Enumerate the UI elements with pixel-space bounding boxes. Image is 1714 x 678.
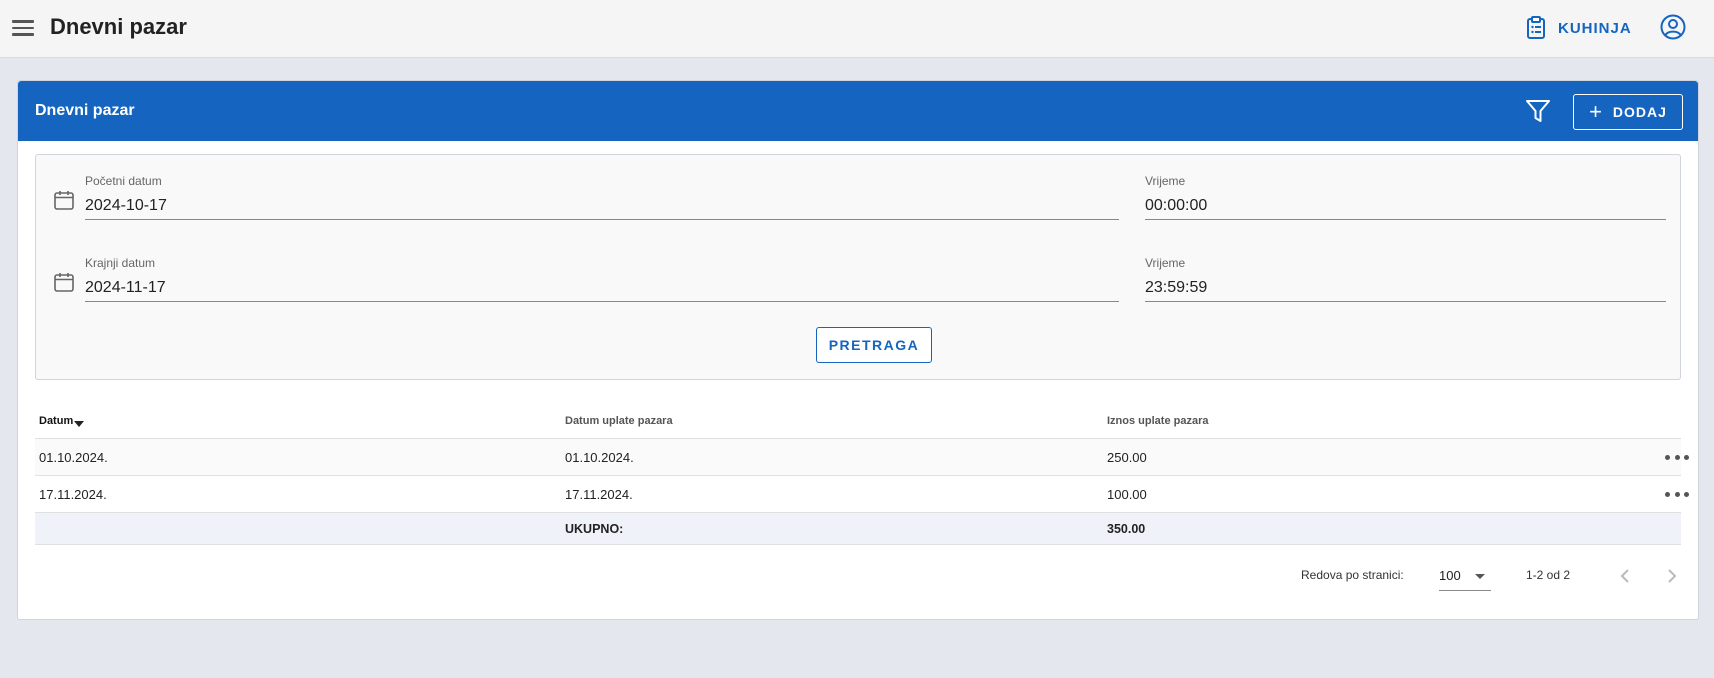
rows-per-page-value: 100 [1439, 568, 1461, 583]
calendar-icon[interactable] [53, 271, 75, 293]
cell-payment-date: 17.11.2024. [565, 487, 633, 502]
card-title: Dnevni pazar [35, 102, 135, 119]
chevron-left-icon[interactable] [1613, 564, 1637, 588]
column-header-datum-label: Datum [39, 415, 74, 427]
table-header: Datum Datum uplate pazara Iznos uplate p… [35, 403, 1681, 439]
column-header-payment-date[interactable]: Datum uplate pazara [565, 415, 673, 427]
start-date-input[interactable] [85, 192, 1119, 220]
calendar-icon[interactable] [53, 189, 75, 211]
start-time-field: Vrijeme [1145, 174, 1666, 220]
pagination: Redova po stranici: 100 1-2 od 2 [35, 556, 1681, 596]
cell-datum: 01.10.2024. [39, 450, 108, 465]
filter-icon[interactable] [1524, 97, 1552, 125]
cell-datum: 17.11.2024. [39, 487, 107, 502]
clipboard-list-icon [1527, 16, 1545, 39]
cell-payment-amount: 250.00 [1107, 450, 1147, 465]
total-label: UKUPNO: [565, 522, 624, 536]
page-range: 1-2 od 2 [1526, 568, 1571, 582]
end-time-field: Vrijeme [1145, 256, 1666, 302]
table-row[interactable]: 17.11.2024. 17.11.2024. 100.00 [35, 476, 1689, 513]
start-time-input[interactable] [1145, 192, 1666, 220]
card-header: Dnevni pazar + DODAJ [18, 81, 1698, 141]
filter-panel: Početni datum Vrijeme Krajnji datum Vrij… [35, 154, 1681, 380]
chevron-right-icon[interactable] [1660, 564, 1684, 588]
total-row: UKUPNO: 350.00 [35, 513, 1681, 545]
column-header-datum[interactable]: Datum [39, 415, 85, 427]
end-date-input[interactable] [85, 274, 1119, 302]
cell-payment-amount: 100.00 [1107, 487, 1147, 502]
more-horizontal-icon[interactable] [1665, 487, 1689, 501]
revenue-table: Datum Datum uplate pazara Iznos uplate p… [35, 403, 1689, 545]
add-button-label: DODAJ [1612, 104, 1667, 120]
page-title: Dnevni pazar [50, 14, 187, 39]
daily-revenue-card: Dnevni pazar + DODAJ Početni datum Vrije… [17, 80, 1699, 620]
top-app-bar: Dnevni pazar KUHINJA [0, 0, 1714, 58]
search-button[interactable]: PRETRAGA [816, 327, 932, 363]
start-date-field: Početni datum [85, 174, 1119, 220]
menu-icon[interactable] [12, 17, 36, 39]
end-date-field: Krajnji datum [85, 256, 1119, 302]
kuhinja-button[interactable]: KUHINJA [1526, 12, 1632, 44]
sort-desc-icon [74, 421, 85, 427]
cell-payment-date: 01.10.2024. [565, 450, 634, 465]
table-row[interactable]: 01.10.2024. 01.10.2024. 250.00 [35, 439, 1689, 476]
end-date-label: Krajnji datum [85, 256, 156, 270]
rows-per-page-label: Redova po stranici: [1301, 568, 1404, 582]
end-time-input[interactable] [1145, 274, 1666, 302]
total-value: 350.00 [1107, 522, 1146, 536]
column-header-payment-amount[interactable]: Iznos uplate pazara [1107, 415, 1208, 427]
end-time-label: Vrijeme [1145, 256, 1186, 270]
kuhinja-label: KUHINJA [1558, 19, 1632, 37]
caret-down-icon [1475, 574, 1485, 579]
plus-icon: + [1589, 99, 1603, 124]
start-time-label: Vrijeme [1145, 174, 1186, 188]
add-button[interactable]: + DODAJ [1573, 94, 1683, 130]
account-circle-icon[interactable] [1660, 14, 1686, 40]
rows-per-page-select[interactable]: 100 [1439, 561, 1491, 591]
start-date-label: Početni datum [85, 174, 162, 188]
more-horizontal-icon[interactable] [1665, 450, 1689, 464]
